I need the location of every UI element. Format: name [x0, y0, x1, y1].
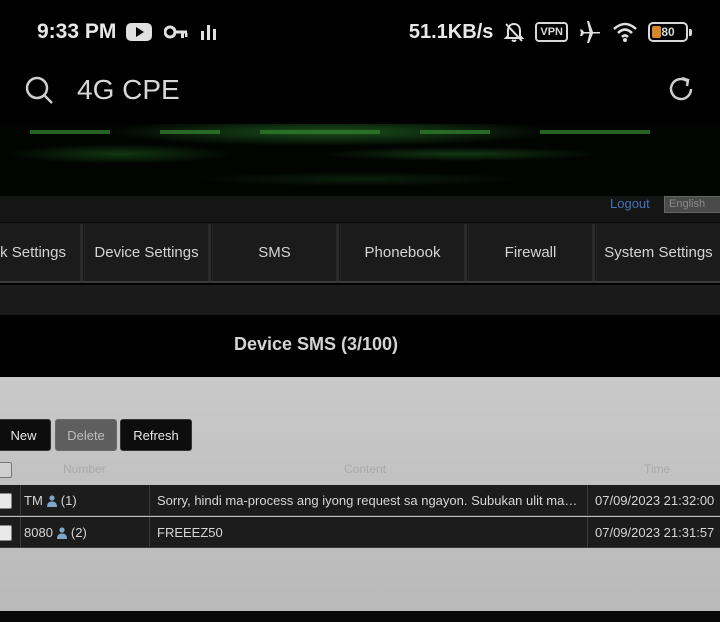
row-number[interactable]: TM (1): [24, 493, 77, 508]
person-icon: [46, 494, 57, 507]
row-count: (1): [60, 493, 77, 508]
table-row[interactable]: 8080 (2) FREEEZ50 07/09/2023 21:31:57: [0, 517, 720, 548]
nav-system-settings[interactable]: System Settings: [596, 224, 720, 281]
column-divider: [587, 517, 588, 547]
header-number: Number: [63, 462, 106, 476]
row-time: 07/09/2023 21:32:00: [595, 493, 715, 508]
app-bar: 4G CPE: [0, 62, 720, 124]
row-number-text: TM: [24, 493, 43, 508]
banner-glow: [0, 124, 720, 196]
row-time: 07/09/2023 21:31:57: [595, 525, 715, 540]
banner-stroke: [420, 130, 490, 134]
main-nav: k Settings Device Settings SMS Phonebook…: [0, 223, 720, 283]
top-utility-bar: Logout English: [0, 196, 720, 223]
row-content[interactable]: Sorry, hindi ma-process ang iyong reques…: [157, 493, 582, 508]
nav-network-settings[interactable]: k Settings: [0, 224, 83, 281]
youtube-icon: [126, 23, 152, 41]
signal-bars-icon: [201, 25, 216, 40]
header-time: Time: [644, 462, 671, 476]
row-count: (2): [70, 525, 87, 540]
language-select[interactable]: English: [664, 196, 720, 213]
refresh-button[interactable]: Refresh: [120, 419, 192, 451]
column-divider: [149, 517, 150, 547]
logout-link[interactable]: Logout: [610, 196, 650, 212]
battery-icon: 80: [648, 22, 692, 42]
battery-level: 80: [661, 25, 675, 39]
column-divider: [587, 485, 588, 515]
refresh-icon[interactable]: [666, 74, 696, 104]
status-left-icons: [126, 20, 218, 44]
key-icon: [164, 25, 188, 39]
nav-firewall[interactable]: Firewall: [468, 224, 595, 281]
header-content: Content: [344, 462, 387, 476]
select-all-checkbox[interactable]: [0, 462, 12, 478]
banner-stroke: [540, 130, 650, 134]
row-number-text: 8080: [24, 525, 53, 540]
row-number[interactable]: 8080 (2): [24, 525, 87, 540]
column-divider: [149, 485, 150, 515]
nav-sms[interactable]: SMS: [212, 224, 339, 281]
banner-stroke: [160, 130, 220, 134]
sub-nav-bar: [0, 285, 720, 315]
sms-content: New Delete Refresh Number Content Time T…: [0, 377, 720, 611]
search-icon[interactable]: [24, 75, 54, 105]
network-speed: 51.1KB/s: [408, 20, 494, 43]
app-title: 4G CPE: [77, 74, 180, 105]
status-right-icons: 51.1KB/s VPN 80: [408, 20, 692, 44]
new-button[interactable]: New: [0, 419, 51, 451]
row-checkbox[interactable]: [0, 493, 12, 509]
bell-muted-icon: [503, 22, 525, 42]
row-content[interactable]: FREEEZ50: [157, 525, 582, 540]
airplane-icon: [580, 21, 600, 43]
nav-device-settings[interactable]: Device Settings: [84, 224, 211, 281]
column-divider: [20, 517, 21, 547]
table-row[interactable]: TM (1) Sorry, hindi ma-process ang iyong…: [0, 485, 720, 516]
person-icon: [56, 526, 67, 539]
status-bar: 9:33 PM 51.1KB/s VPN 80: [0, 0, 720, 62]
banner-stroke: [260, 130, 380, 134]
nav-phonebook[interactable]: Phonebook: [340, 224, 467, 281]
delete-button[interactable]: Delete: [55, 419, 117, 451]
page-title-bar: Device SMS (3/100): [0, 315, 720, 377]
row-checkbox[interactable]: [0, 525, 12, 541]
bottom-strip: [0, 611, 720, 622]
table-header: Number Content Time: [0, 457, 720, 483]
banner-stroke: [30, 130, 110, 134]
page-title: Device SMS (3/100): [233, 334, 399, 354]
header-banner: [0, 124, 720, 196]
wifi-icon: [613, 22, 637, 42]
column-divider: [20, 485, 21, 515]
vpn-icon: VPN: [535, 22, 568, 42]
status-time: 9:33 PM: [37, 20, 117, 43]
